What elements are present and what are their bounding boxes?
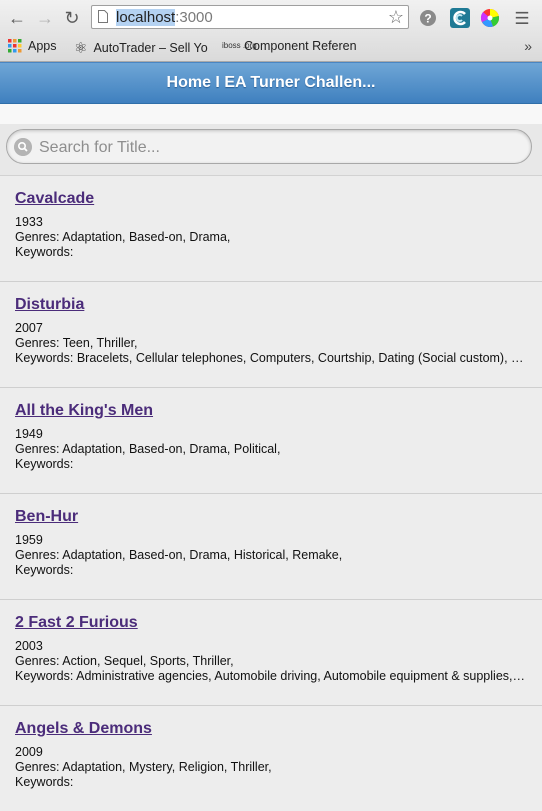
list-item: All the King's Men 1949 Genres: Adaptati… [0,388,542,494]
browser-toolbar: ← → ↻ localhost:3000 ☆ ? ☰ [0,0,542,36]
movie-title-link[interactable]: Angels & Demons [15,720,527,740]
bookmark-star-icon[interactable]: ☆ [388,7,404,28]
help-extension-icon[interactable]: ? [418,8,438,28]
page-title: Home I EA Turner Challen... [0,62,542,104]
movie-genres: Genres: Adaptation, Based-on, Drama, [15,230,231,244]
list-item: Cavalcade 1933 Genres: Adaptation, Based… [0,176,542,282]
movie-year: 2007 [15,321,43,335]
list-item: 2 Fast 2 Furious 2003 Genres: Action, Se… [0,600,542,706]
bookmark-component-reference[interactable]: iboss .org Component Referen [222,39,357,53]
menu-icon[interactable]: ☰ [512,8,532,28]
movie-keywords: Keywords: Bracelets, Cellular telephones… [15,351,525,365]
list-item: Angels & Demons 2009 Genres: Adaptation,… [0,706,542,811]
movie-keywords: Keywords: [15,563,74,577]
extension-swirl-icon[interactable] [449,7,471,29]
header-spacer [0,104,542,124]
autotrader-logo-icon: ⚛ [74,40,88,57]
movie-genres: Genres: Adaptation, Mystery, Religion, T… [15,760,272,774]
movie-keywords: Keywords: [15,245,74,259]
bookmark-label: AutoTrader – Sell Yo [93,41,208,55]
movie-genres: Genres: Action, Sequel, Sports, Thriller… [15,654,234,668]
search-field[interactable] [6,129,532,165]
movie-year: 2009 [15,745,43,759]
search-bar [0,124,542,176]
list-item: Disturbia 2007 Genres: Teen, Thriller, K… [0,282,542,388]
apps-grid-icon [8,39,22,53]
movie-title-link[interactable]: All the King's Men [15,402,527,422]
bookmarks-overflow-icon[interactable]: » [524,38,532,54]
iboss-favicon: iboss .org [222,41,257,50]
movie-year: 2003 [15,639,43,653]
bookmark-apps[interactable]: Apps [8,39,57,53]
movie-list: Cavalcade 1933 Genres: Adaptation, Based… [0,176,542,811]
color-wheel-extension-icon[interactable] [480,8,500,28]
back-arrow-icon[interactable]: ← [7,8,27,28]
forward-arrow-icon[interactable]: → [35,8,55,28]
url-port: :3000 [175,9,213,26]
movie-genres: Genres: Adaptation, Based-on, Drama, His… [15,548,343,562]
movie-year: 1959 [15,533,43,547]
movie-genres: Genres: Teen, Thriller, [15,336,138,350]
movie-genres: Genres: Adaptation, Based-on, Drama, Pol… [15,442,281,456]
movie-title-link[interactable]: Disturbia [15,296,527,316]
bookmarks-bar: Apps ⚛ AutoTrader – Sell Yo iboss .org C… [0,36,542,60]
movie-year: 1933 [15,215,43,229]
movie-title-link[interactable]: 2 Fast 2 Furious [15,614,527,634]
svg-text:?: ? [424,12,431,26]
movie-keywords: Keywords: [15,775,74,789]
movie-keywords: Keywords: Administrative agencies, Autom… [15,669,525,683]
url-host: localhost [116,9,176,26]
url-text[interactable]: localhost:3000 [116,9,213,26]
movie-title-link[interactable]: Cavalcade [15,190,527,210]
page-icon [98,10,108,23]
bookmark-label: Apps [28,39,57,53]
reload-icon[interactable]: ↻ [62,8,82,28]
movie-keywords: Keywords: [15,457,74,471]
list-item: Ben-Hur 1959 Genres: Adaptation, Based-o… [0,494,542,600]
address-bar[interactable]: localhost:3000 ☆ [91,5,409,29]
movie-title-link[interactable]: Ben-Hur [15,508,527,528]
movie-year: 1949 [15,427,43,441]
search-input[interactable] [37,130,521,165]
browser-chrome: ← → ↻ localhost:3000 ☆ ? ☰ Apps ⚛ AutoTr… [0,0,542,62]
bookmark-label: Component Referen [244,39,357,53]
bookmark-autotrader[interactable]: ⚛ AutoTrader – Sell Yo [74,39,208,57]
search-icon [14,138,32,156]
